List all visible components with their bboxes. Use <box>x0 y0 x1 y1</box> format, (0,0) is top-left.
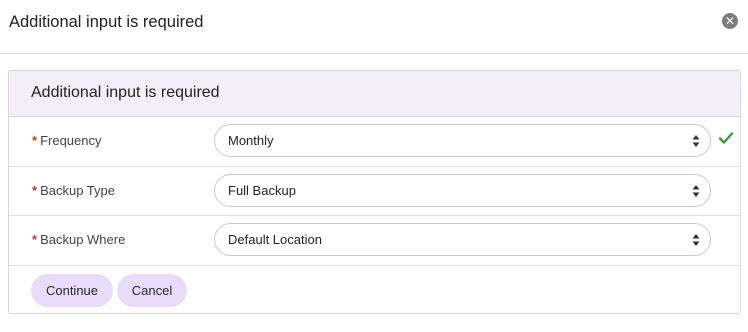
panel-title: Additional input is required <box>31 84 220 101</box>
select-arrows-icon <box>692 234 700 246</box>
select-arrows-icon <box>692 135 700 147</box>
backup-where-value: Default Location <box>228 232 322 247</box>
form-row-frequency: * Frequency Monthly <box>9 117 740 167</box>
close-icon[interactable]: ✕ <box>722 13 738 29</box>
dialog: Additional input is required ✕ Additiona… <box>0 0 748 332</box>
backup-where-select[interactable]: Default Location <box>214 223 711 256</box>
checkmark-icon <box>718 132 734 144</box>
continue-button[interactable]: Continue <box>31 273 113 307</box>
required-marker: * <box>32 133 38 148</box>
frequency-label: * Frequency <box>32 133 102 148</box>
backup-type-label: * Backup Type <box>32 182 115 198</box>
form-panel: Additional input is required * Frequency … <box>8 70 741 314</box>
dialog-title: Additional input is required <box>9 13 204 31</box>
backup-type-value: Full Backup <box>228 182 296 198</box>
cancel-button[interactable]: Cancel <box>117 273 187 307</box>
panel-heading: Additional input is required <box>9 71 740 117</box>
dialog-header: Additional input is required ✕ <box>0 0 748 54</box>
select-arrows-icon <box>692 184 700 197</box>
backup-where-label: * Backup Where <box>32 232 126 247</box>
required-marker: * <box>32 182 38 198</box>
backup-type-select[interactable]: Full Backup <box>214 173 711 207</box>
required-marker: * <box>32 232 38 247</box>
form-actions: Continue Cancel <box>9 266 740 314</box>
frequency-select[interactable]: Monthly <box>214 124 711 157</box>
frequency-value: Monthly <box>228 133 274 148</box>
form-row-backup-type: * Backup Type Full Backup <box>9 167 740 216</box>
form-row-backup-where: * Backup Where Default Location <box>9 216 740 266</box>
